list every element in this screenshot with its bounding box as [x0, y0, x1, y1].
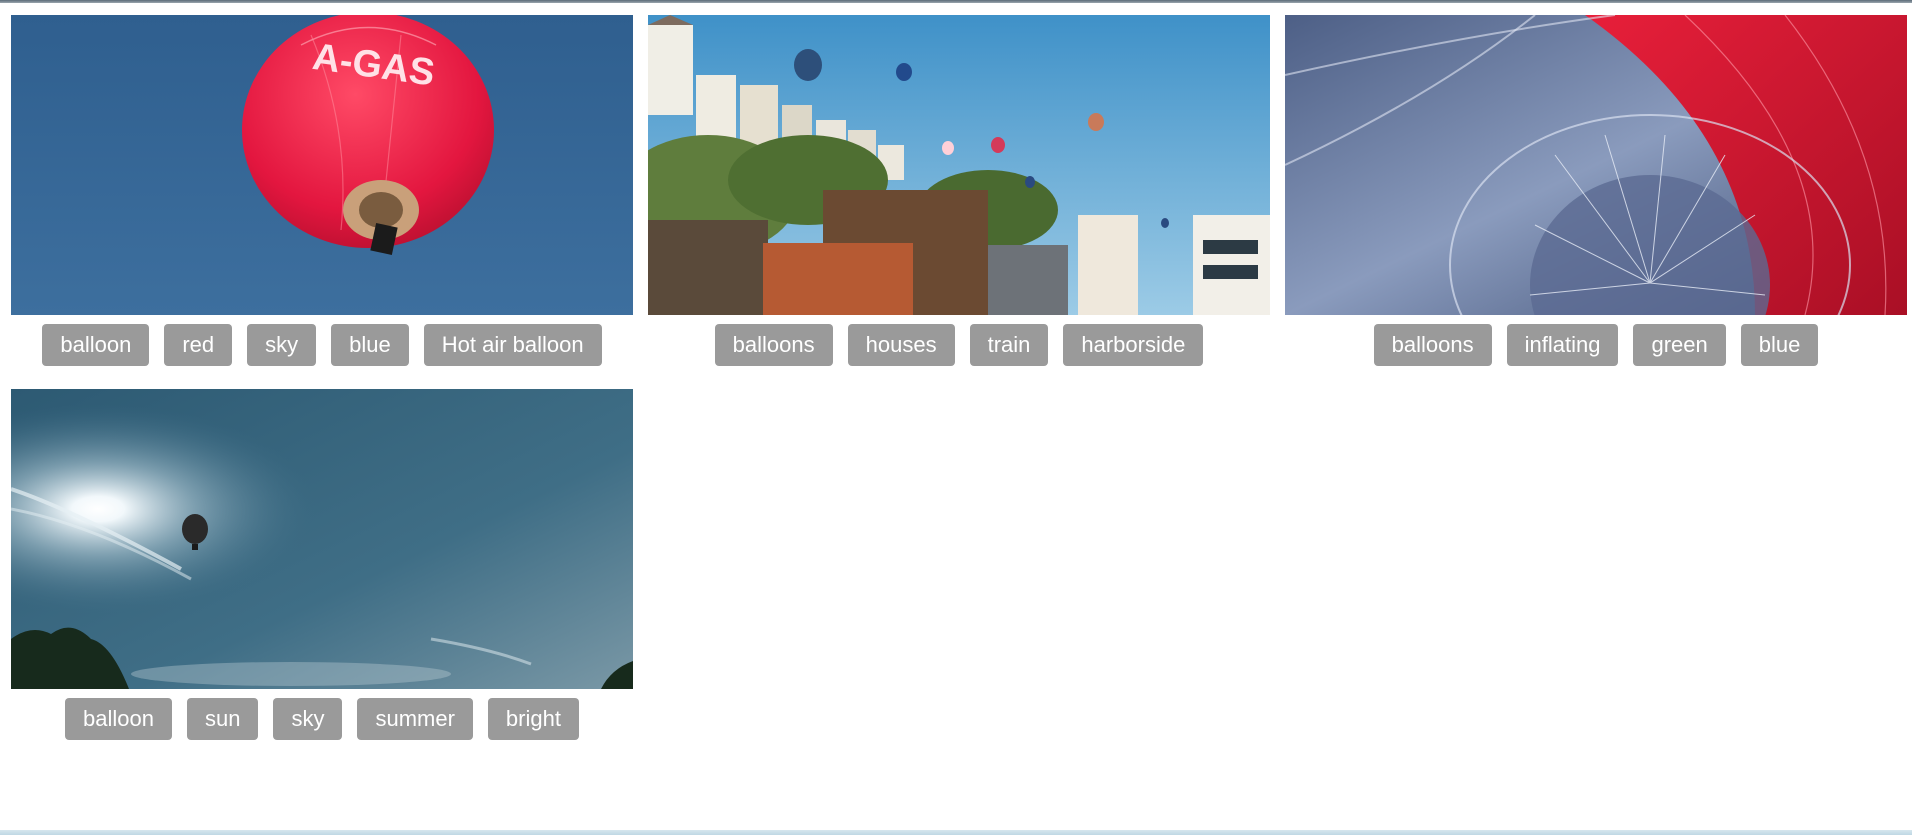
gallery-card-3: balloons inflating green blue — [1285, 15, 1907, 366]
tag-balloons[interactable]: balloons — [1373, 324, 1492, 366]
tag-harborside[interactable]: harborside — [1063, 324, 1204, 366]
tag-blue[interactable]: blue — [331, 324, 409, 366]
tag-bright[interactable]: bright — [487, 698, 579, 740]
tag-list: balloons inflating green blue — [1285, 324, 1907, 366]
window-top-border — [0, 0, 1912, 3]
tag-list: balloons houses train harborside — [648, 324, 1270, 366]
tag-red[interactable]: red — [164, 324, 233, 366]
harborside-image — [648, 15, 1270, 315]
inflating-balloon-image — [1285, 15, 1907, 315]
window-bottom-border — [0, 830, 1912, 835]
tag-balloons[interactable]: balloons — [714, 324, 833, 366]
tag-sky[interactable]: sky — [247, 324, 317, 366]
red-balloon-image: A-GAS — [11, 15, 633, 315]
tag-balloon[interactable]: balloon — [42, 324, 150, 366]
photo-harborside-balloons[interactable] — [648, 15, 1270, 315]
tag-blue[interactable]: blue — [1740, 324, 1819, 366]
tag-list: balloon sun sky summer bright — [11, 698, 633, 740]
tag-inflating[interactable]: inflating — [1506, 324, 1619, 366]
tag-summer[interactable]: summer — [357, 698, 473, 740]
tag-train[interactable]: train — [969, 324, 1049, 366]
tag-sun[interactable]: sun — [186, 698, 259, 740]
sun-balloon-image — [11, 389, 633, 689]
tag-sky[interactable]: sky — [273, 698, 343, 740]
photo-inflating-balloon[interactable] — [1285, 15, 1907, 315]
tag-balloon[interactable]: balloon — [65, 698, 172, 740]
gallery-card-1: A-GAS balloon red sky blue Hot air ballo… — [11, 15, 633, 366]
tag-green[interactable]: green — [1633, 324, 1726, 366]
gallery-card-4: balloon sun sky summer bright — [11, 389, 633, 740]
tag-hot-air-balloon[interactable]: Hot air balloon — [423, 324, 602, 366]
gallery-card-2: balloons houses train harborside — [648, 15, 1270, 366]
tag-houses[interactable]: houses — [847, 324, 955, 366]
photo-red-balloon[interactable]: A-GAS — [11, 15, 633, 315]
tag-list: balloon red sky blue Hot air balloon — [11, 324, 633, 366]
photo-sun-balloon[interactable] — [11, 389, 633, 689]
